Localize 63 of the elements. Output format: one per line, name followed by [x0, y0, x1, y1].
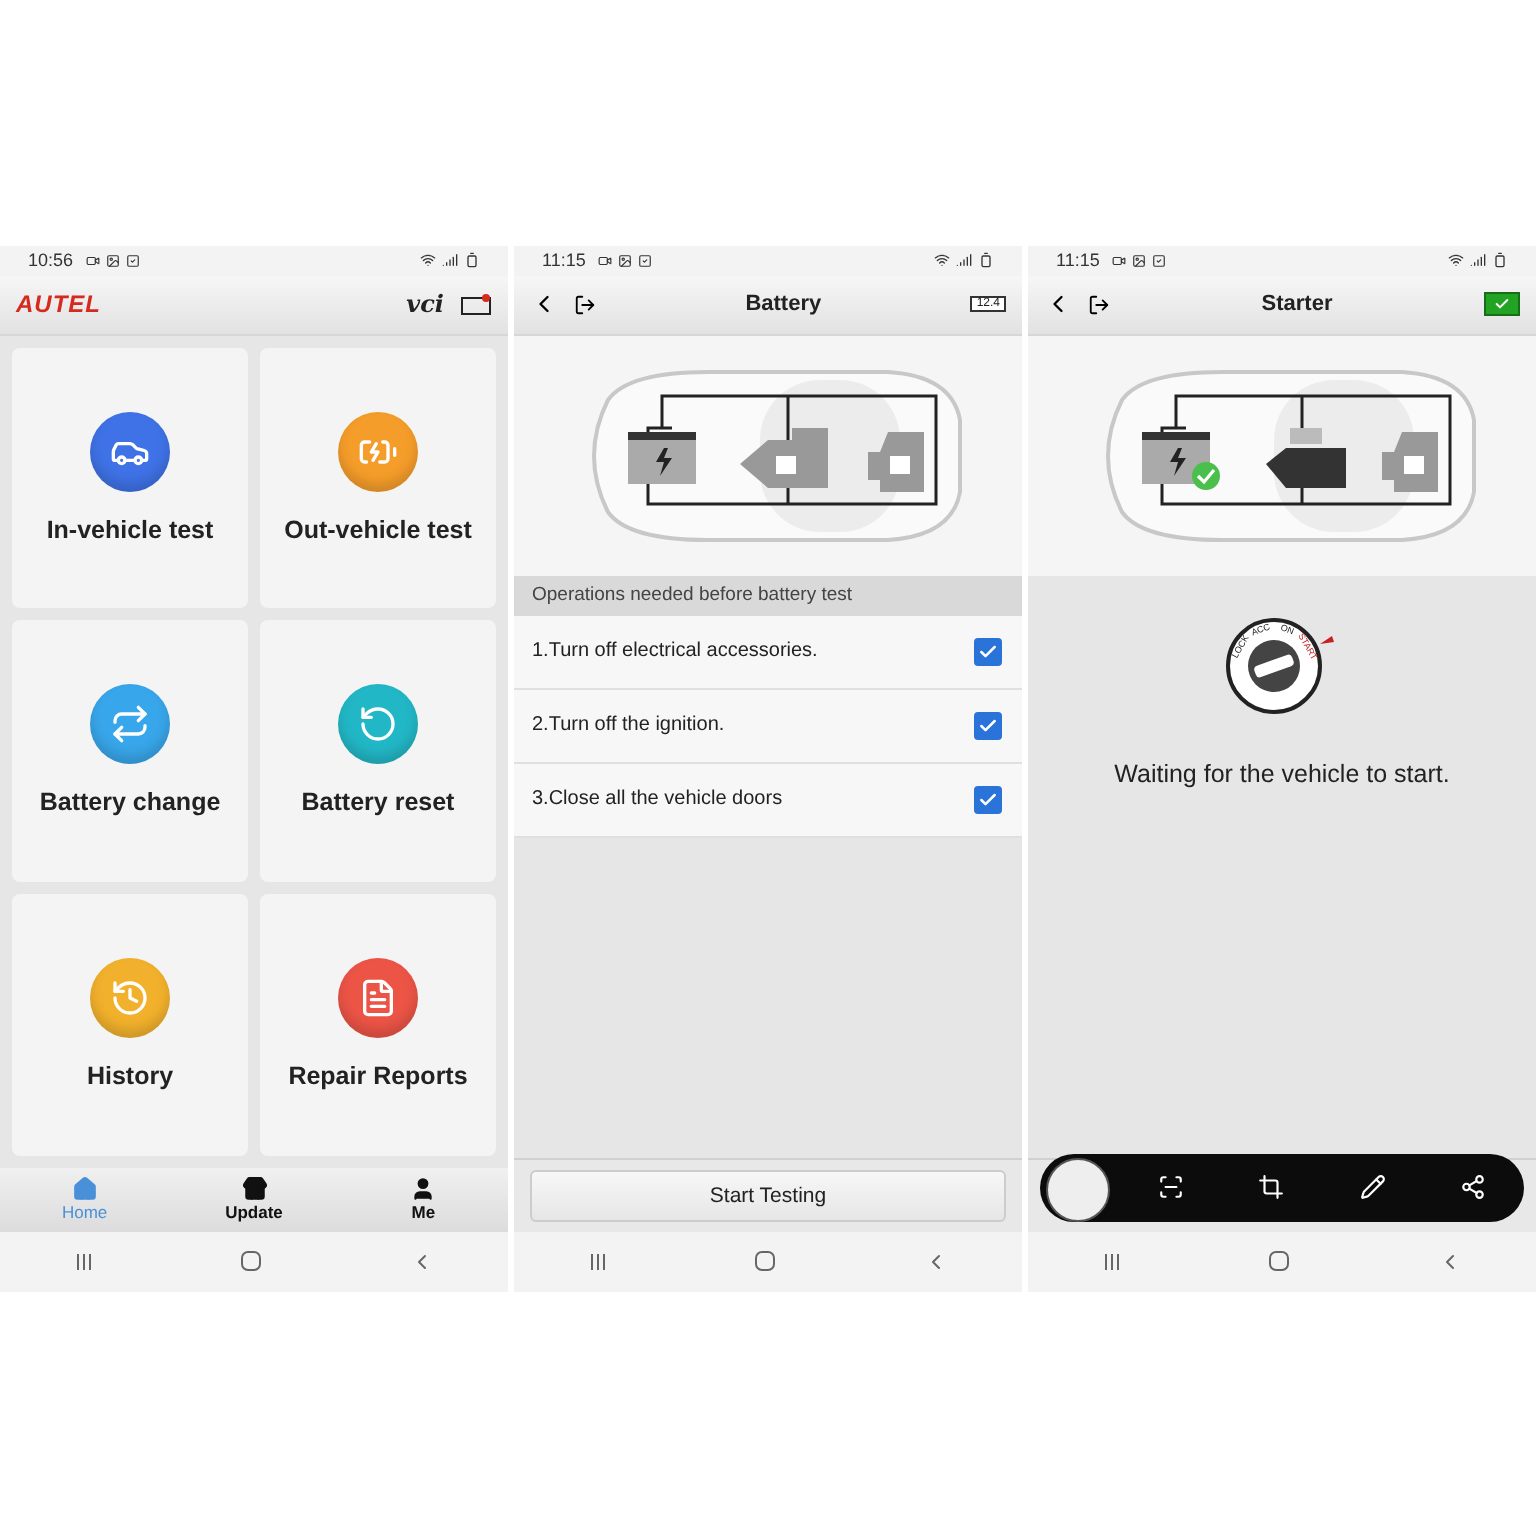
scan-icon	[1157, 1174, 1184, 1200]
check-icon	[978, 715, 998, 735]
store-icon	[241, 1176, 267, 1202]
brand-logo: AUTEL	[16, 290, 101, 318]
status-time: 11:15	[542, 250, 586, 270]
camera-icon	[597, 253, 612, 267]
checklist-label: 1.Turn off electrical accessories.	[532, 640, 818, 662]
section-header: Operations needed before battery test	[514, 575, 1022, 615]
home-icon	[240, 1250, 263, 1272]
exit-icon	[574, 293, 596, 315]
crop-icon	[1258, 1174, 1285, 1200]
recents-icon	[1101, 1251, 1122, 1271]
screenshot-thumbnail[interactable]	[1046, 1157, 1110, 1221]
recents-icon	[73, 1251, 94, 1271]
menu-tile[interactable]: Out-vehicle test	[260, 347, 496, 609]
battery-ok-icon	[1484, 292, 1520, 316]
checkbox[interactable]	[974, 637, 1002, 665]
camera-icon	[1111, 253, 1126, 267]
status-message: Waiting for the vehicle to start.	[1114, 759, 1450, 787]
camera-icon	[85, 253, 100, 267]
image-icon	[1131, 253, 1146, 267]
menu-tile[interactable]: Repair Reports	[260, 893, 496, 1155]
check-icon	[978, 641, 998, 661]
battery-icon	[464, 252, 480, 268]
checkbox-icon	[1151, 253, 1166, 267]
signal-icon	[442, 252, 458, 268]
screen-title: Battery	[743, 292, 824, 316]
image-icon	[105, 253, 120, 267]
signal-icon	[956, 252, 972, 268]
wifi-icon	[420, 252, 436, 268]
status-time: 10:56	[28, 250, 74, 270]
status-time: 11:15	[1056, 250, 1100, 270]
menu-tile[interactable]: Battery change	[12, 620, 248, 882]
menu-tile[interactable]: In-vehicle test	[12, 347, 248, 609]
checklist-label: 2.Turn off the ignition.	[532, 714, 725, 736]
exit-icon	[1088, 293, 1110, 315]
wifi-icon	[934, 252, 950, 268]
check-icon	[978, 789, 998, 809]
battery-icon	[978, 252, 994, 268]
menu-tile[interactable]: Battery reset	[260, 620, 496, 882]
home-icon	[71, 1176, 98, 1202]
checkbox-icon	[125, 253, 140, 267]
signal-icon	[1470, 252, 1486, 268]
image-icon	[617, 253, 632, 267]
wifi-icon	[1448, 252, 1464, 268]
start-testing-button[interactable]: Start Testing	[530, 1169, 1006, 1221]
home-icon	[754, 1250, 777, 1272]
battery-icon	[1492, 252, 1508, 268]
pencil-icon	[1359, 1174, 1386, 1200]
checkbox[interactable]	[974, 711, 1002, 739]
nav-tab[interactable]: Update	[169, 1167, 339, 1231]
menu-tile[interactable]: History	[12, 893, 248, 1155]
screen-title: Starter	[1259, 292, 1335, 316]
checkbox[interactable]	[974, 785, 1002, 813]
home-icon	[1268, 1250, 1291, 1272]
person-icon	[410, 1176, 437, 1202]
nav-tab[interactable]: Me	[338, 1167, 508, 1231]
checklist-label: 3.Close all the vehicle doors	[532, 788, 783, 810]
vci-status: vci	[406, 290, 444, 318]
recents-icon	[587, 1251, 608, 1271]
checkbox-icon	[637, 253, 652, 267]
share-icon	[1460, 1174, 1487, 1200]
battery-icon	[460, 293, 492, 315]
